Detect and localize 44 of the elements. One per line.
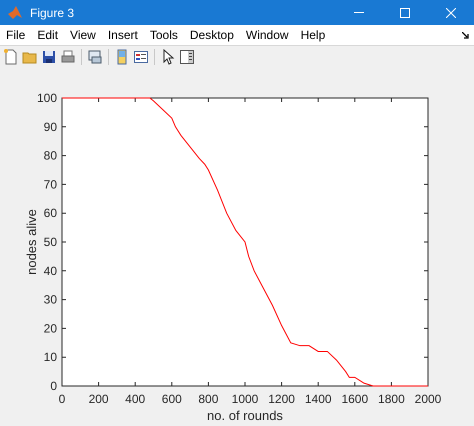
close-icon — [446, 8, 456, 18]
x-tick-label: 600 — [162, 392, 182, 406]
menu-item[interactable]: Tools — [144, 24, 184, 46]
y-tick-label: 70 — [44, 177, 57, 192]
x-tick-label: 1000 — [232, 392, 258, 406]
window-title: Figure 3 — [30, 4, 74, 22]
menu-item[interactable]: Window — [240, 24, 295, 46]
y-tick-label: 90 — [44, 120, 57, 134]
panel-icon[interactable] — [179, 49, 195, 66]
menu-item[interactable]: Edit — [31, 24, 64, 46]
x-tick-label: 2000 — [414, 392, 442, 406]
x-axis-label: no. of rounds — [207, 408, 283, 423]
dock-arrow-icon[interactable] — [462, 32, 469, 39]
app-logo-icon — [8, 6, 22, 20]
x-tick-label: 1200 — [268, 392, 295, 406]
x-tick-label: 1400 — [304, 392, 332, 406]
window-icon[interactable] — [87, 49, 103, 66]
x-tick-label: 1800 — [378, 392, 405, 406]
x-tick-label: 800 — [198, 392, 218, 406]
x-tick-label: 200 — [88, 392, 109, 406]
y-tick-label: 30 — [44, 292, 57, 307]
y-tick-label: 60 — [44, 206, 57, 220]
printer-icon[interactable] — [60, 49, 76, 66]
maximize-icon — [400, 8, 410, 18]
y-tick-label: 50 — [44, 235, 57, 249]
y-tick-label: 10 — [44, 350, 57, 364]
menu-item[interactable]: View — [64, 24, 102, 46]
y-tick-label: 0 — [50, 379, 57, 393]
x-tick-label: 1600 — [341, 392, 368, 406]
y-tick-label: 80 — [44, 148, 57, 163]
save-icon[interactable] — [41, 49, 57, 66]
minimize-icon — [354, 12, 364, 14]
x-tick-label: 0 — [58, 392, 66, 406]
menu-item[interactable]: File — [0, 24, 32, 46]
y-tick-label: 20 — [44, 321, 57, 336]
menu-item[interactable]: Insert — [102, 24, 144, 46]
new-document-icon[interactable] — [3, 49, 19, 66]
menu-item[interactable]: Desktop — [184, 24, 240, 46]
y-tick-label: 40 — [44, 264, 57, 278]
menu-item[interactable]: Help — [294, 24, 332, 46]
legend-icon[interactable] — [133, 49, 149, 66]
y-tick-label: 100 — [36, 91, 57, 105]
y-axis-label: nodes alive — [24, 209, 39, 275]
x-tick-label: 400 — [125, 392, 146, 406]
